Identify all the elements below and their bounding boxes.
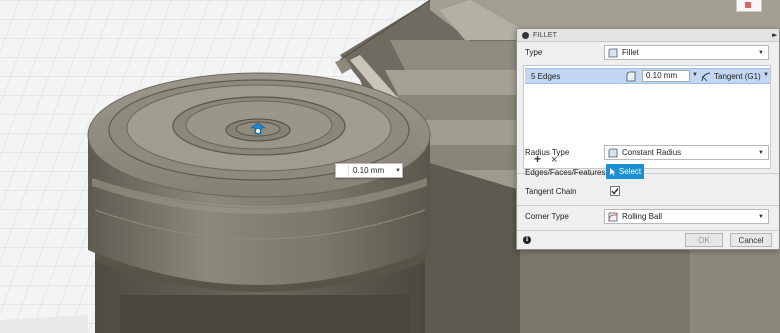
continuity-value[interactable]: Tangent (G1) — [714, 72, 761, 81]
tangent-chain-checkbox[interactable] — [610, 186, 620, 196]
corner-type-dropdown-icon: ▼ — [758, 213, 764, 220]
radius-type-dropdown-icon: ▼ — [758, 149, 764, 156]
fillet-dialog-icon — [522, 31, 529, 39]
fillet-type-icon — [608, 48, 618, 57]
edge-radius-dropdown-icon[interactable]: ▼ — [692, 72, 698, 78]
dialog-header[interactable]: FILLET ▸▸ — [517, 29, 779, 42]
edge-set-label: 5 Edges — [531, 72, 561, 81]
corner-type-select[interactable]: Rolling Ball ▼ — [604, 209, 769, 224]
expand-dialog-icon[interactable]: ▸▸ — [772, 31, 777, 39]
checkmark-icon — [611, 188, 619, 195]
type-label: Type — [525, 48, 543, 57]
corner-type-row: Corner Type Rolling Ball ▼ — [517, 208, 779, 224]
rolling-ball-icon — [608, 212, 618, 221]
radius-type-select[interactable]: Constant Radius ▼ — [604, 145, 769, 160]
cylinder-top — [87, 72, 431, 198]
tangent-chain-label: Tangent Chain — [525, 187, 577, 196]
canvas-radius-input[interactable]: 0.10 mm ▼ — [335, 163, 403, 178]
constant-radius-icon — [608, 148, 618, 157]
canvas-input-arrow-icon[interactable]: ▼ — [394, 168, 402, 174]
view-cube-marker-icon — [745, 2, 751, 8]
type-dropdown-icon: ▼ — [758, 49, 764, 56]
canvas-input-value[interactable]: 0.10 mm — [349, 164, 394, 177]
divider — [517, 205, 779, 206]
view-cube[interactable] — [736, 0, 762, 12]
canvas-input-handle — [336, 164, 349, 177]
radius-type-row: Radius Type Constant Radius ▼ — [517, 144, 779, 160]
corner-type-value: Rolling Ball — [622, 212, 663, 221]
fillet-dialog: FILLET ▸▸ Type Fillet ▼ 5 Edges 0.10 mm … — [516, 28, 780, 250]
edge-radius-input[interactable]: 0.10 mm — [642, 70, 690, 82]
type-value: Fillet — [622, 48, 639, 57]
cursor-arrow-icon — [609, 168, 616, 176]
edge-set-row[interactable]: 5 Edges 0.10 mm ▼ Tangent (G1) ▼ — [525, 68, 770, 84]
radius-shape-icon[interactable] — [626, 71, 636, 82]
select-button[interactable]: Select — [606, 164, 644, 179]
type-row: Type Fillet ▼ — [517, 45, 779, 61]
select-button-label: Select — [618, 167, 642, 176]
type-select[interactable]: Fillet ▼ — [604, 45, 769, 60]
ok-button[interactable]: OK — [685, 233, 723, 247]
continuity-dropdown-icon[interactable]: ▼ — [763, 72, 769, 78]
radius-type-label: Radius Type — [525, 148, 570, 157]
cancel-button[interactable]: Cancel — [730, 233, 772, 247]
tangent-continuity-icon — [701, 72, 711, 82]
dialog-title: FILLET — [533, 31, 558, 39]
info-icon[interactable]: i — [523, 236, 531, 244]
dialog-footer: i OK Cancel — [517, 231, 779, 250]
edges-faces-features-label: Edges/Faces/Features — [525, 168, 606, 177]
radius-type-value: Constant Radius — [622, 148, 682, 157]
corner-type-label: Corner Type — [525, 212, 569, 221]
